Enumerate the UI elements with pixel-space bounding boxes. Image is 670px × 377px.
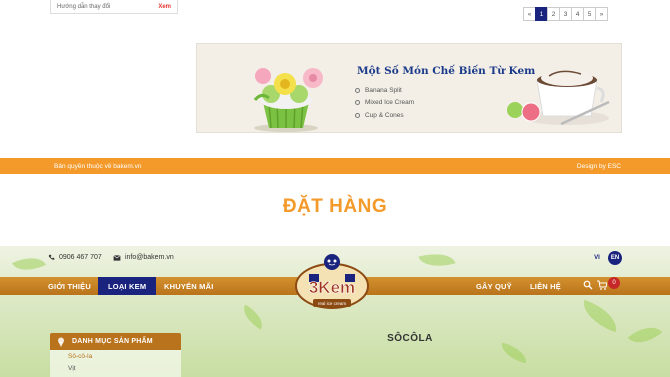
order-heading: ĐẶT HÀNG: [282, 196, 388, 217]
nav-item-ice-cream-types[interactable]: LOẠI KEM: [98, 277, 157, 295]
leaf-decoration: [498, 342, 530, 364]
leaf-decoration: [238, 304, 268, 330]
pagination: « 1 2 3 4 5 »: [523, 7, 608, 21]
copyright-text: Bản quyền thuộc về bakem.vn: [54, 162, 142, 170]
search-icon[interactable]: [583, 280, 593, 290]
coffee-cup-image: [507, 70, 610, 126]
footer-bar: Bản quyền thuộc về bakem.vn Design by ES…: [0, 158, 670, 174]
cupcake-image: [253, 68, 323, 132]
bullet-icon: [355, 112, 360, 118]
category-item-viet[interactable]: Vịt: [50, 362, 181, 374]
phone-number: 0906 467 707: [59, 254, 102, 261]
bullet-icon: [355, 100, 360, 106]
lang-en-button[interactable]: EN: [608, 251, 622, 265]
mail-icon: [113, 254, 121, 261]
promo-list-item: Banana Split: [355, 84, 414, 97]
product-card-footer: Hướng dẫn thay đổi Xem: [50, 0, 178, 14]
logo-text: 3Kem: [309, 278, 355, 297]
category-title: SÔCÔLA: [387, 333, 433, 344]
category-item-chocolate[interactable]: Sô-cô-la: [50, 350, 181, 362]
promo-banner[interactable]: Một Số Món Chế Biến Từ Kem Banana Split …: [196, 43, 622, 133]
product-card-link[interactable]: Xem: [158, 4, 171, 10]
promo-list-item: Cup & Cones: [355, 109, 414, 122]
design-credit[interactable]: Design by ESC: [577, 163, 621, 170]
bullet-icon: [355, 87, 360, 93]
logo-tagline: real ice cream: [318, 301, 347, 306]
promo-list: Banana Split Mixed Ice Cream Cup & Cones: [355, 84, 414, 122]
phone-icon: [48, 254, 55, 260]
site-logo[interactable]: 3Kem real ice cream: [293, 252, 371, 312]
email-address: info@bakem.vn: [125, 254, 174, 261]
category-list: Sô-cô-la Vịt: [50, 350, 181, 377]
lang-vi-button[interactable]: VI: [590, 251, 604, 265]
promo-list-item: Mixed Ice Cream: [355, 97, 414, 110]
cart-icon[interactable]: [596, 280, 607, 290]
nav-item-fundraising[interactable]: GÂY QUỸ: [470, 277, 518, 295]
pagination-next[interactable]: »: [595, 7, 608, 21]
nav-item-promotions[interactable]: KHUYẾN MÃI: [158, 277, 220, 295]
phone-contact[interactable]: 0906 467 707: [48, 254, 102, 261]
nav-item-contact[interactable]: LIÊN HỆ: [524, 277, 567, 295]
cart-count-badge: 0: [608, 277, 620, 289]
product-card-text: Hướng dẫn thay đổi: [57, 3, 111, 10]
email-contact[interactable]: info@bakem.vn: [113, 254, 174, 261]
site-preview: 0906 467 707 info@bakem.vn VI EN GIỚI TH…: [0, 246, 670, 377]
nav-item-about[interactable]: GIỚI THIỆU: [42, 277, 97, 295]
leaf-decoration: [577, 299, 623, 333]
